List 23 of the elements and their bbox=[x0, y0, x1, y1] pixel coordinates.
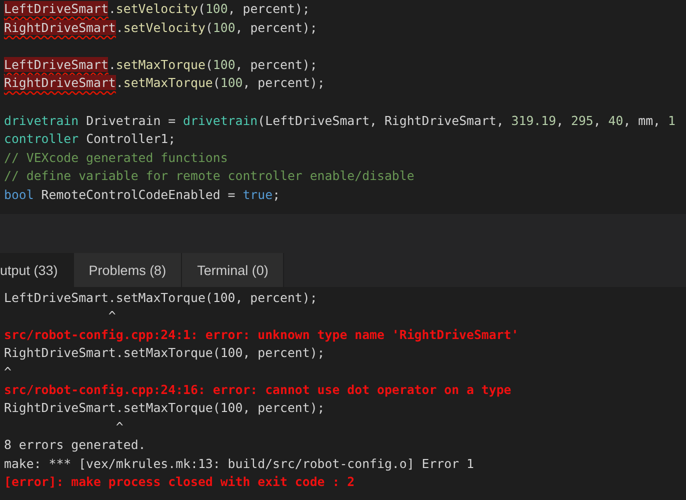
output-line: 8 errors generated. bbox=[4, 436, 147, 454]
panel-tab[interactable]: Problems (8) bbox=[74, 253, 182, 287]
output-line: RightDriveSmart.setMaxTorque(100, percent); bbox=[4, 399, 326, 418]
code-line: RightDriveSmart.setMaxTorque(100, percent); bbox=[4, 74, 326, 92]
code-line: // VEXcode generated functions bbox=[4, 148, 229, 167]
panel-tab[interactable]: utput (33) bbox=[0, 253, 74, 287]
output-line: ^ bbox=[4, 362, 12, 381]
code-line: // define variable for remote controller enable/disable bbox=[4, 167, 416, 186]
error-message: src/robot-config.cpp:24:1: error: unknown type name 'RightDriveSmart' bbox=[4, 326, 520, 344]
code-line: LeftDriveSmart.setMaxTorque(100, percent); bbox=[4, 56, 318, 74]
output-line: LeftDriveSmart.setMaxTorque(100, percent); bbox=[4, 289, 318, 307]
panel-tab[interactable]: Terminal (0) bbox=[182, 253, 284, 287]
output-line: RightDriveSmart.setMaxTorque(100, percent); bbox=[4, 344, 326, 362]
error-message: src/robot-config.cpp:24:16: error: cannot use dot operator on a type bbox=[4, 381, 512, 400]
output-line: ^ bbox=[114, 418, 124, 436]
output-line: ^ bbox=[107, 307, 117, 326]
code-line: controller Controller1; bbox=[4, 130, 177, 148]
output-line: make: *** [vex/mkrules.mk:13: build/src/robot-config.o] Error 1 bbox=[4, 454, 475, 473]
code-line: drivetrain Drivetrain = drivetrain(LeftDriveSmart, RightDriveSmart, 319.19, 295, 40, mm, 1 bbox=[4, 112, 676, 130]
code-line: LeftDriveSmart.setVelocity(100, percent); bbox=[4, 0, 311, 18]
code-line: RightDriveSmart.setVelocity(100, percent); bbox=[4, 18, 318, 37]
code-line: bool RemoteControlCodeEnabled = true; bbox=[4, 186, 282, 204]
error-message: [error]: make process closed with exit code : 2 bbox=[4, 473, 356, 492]
